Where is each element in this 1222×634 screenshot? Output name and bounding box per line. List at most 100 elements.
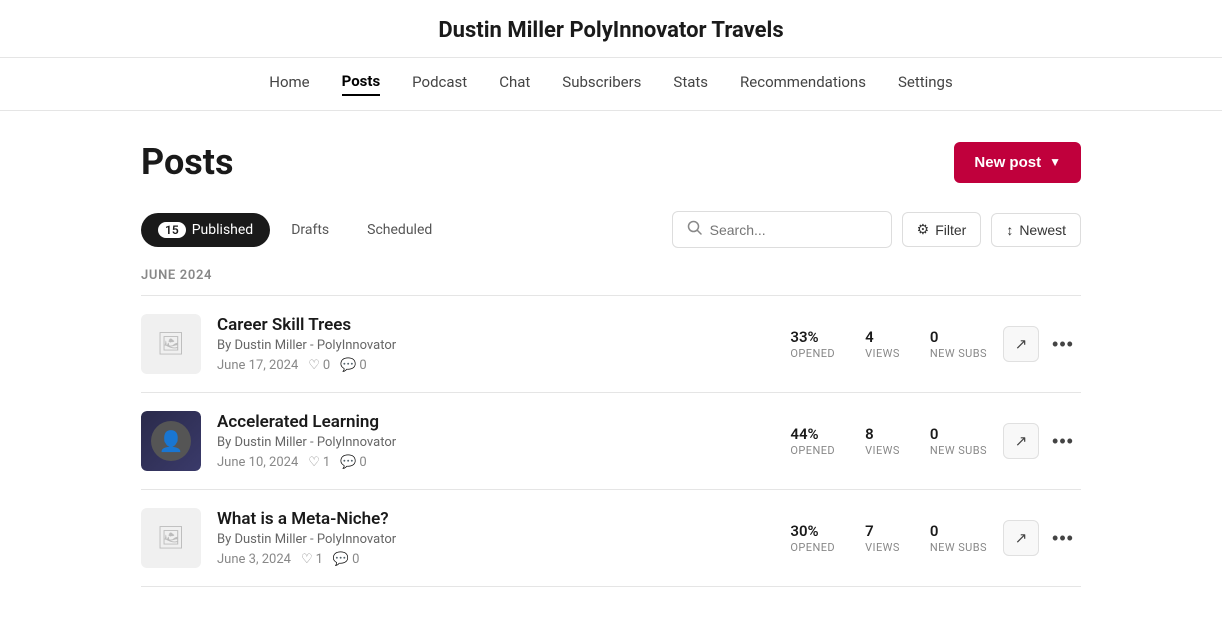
nav-item-chat[interactable]: Chat [499, 73, 530, 95]
sort-button[interactable]: ↕ Newest [991, 213, 1081, 247]
stat-views: 7 VIEWS [865, 522, 900, 554]
page-header: Posts New post ▼ [141, 141, 1081, 183]
new-subs-value: 0 [930, 425, 987, 443]
filter-label: Filter [935, 222, 966, 238]
post-info-accelerated-learning: Accelerated Learning By Dustin Miller - … [217, 412, 774, 470]
tab-group: 15 Published Drafts Scheduled [141, 213, 449, 247]
post-author: By Dustin Miller - PolyInnovator [217, 338, 774, 353]
image-placeholder-icon: 🖼 [157, 526, 185, 551]
stat-new-subs: 0 NEW SUBS [930, 425, 987, 457]
site-header: Dustin Miller PolyInnovator Travels [0, 0, 1222, 58]
nav-item-stats[interactable]: Stats [673, 73, 708, 95]
opened-label: OPENED [790, 347, 835, 360]
stat-opened: 30% OPENED [790, 522, 835, 554]
post-meta: June 17, 2024 ♡ 0 💬 0 [217, 358, 774, 373]
post-stats-meta-niche: 30% OPENED 7 VIEWS 0 NEW SUBS [790, 522, 987, 554]
nav-item-settings[interactable]: Settings [898, 73, 953, 95]
opened-label: OPENED [790, 444, 835, 457]
post-date: June 3, 2024 [217, 552, 291, 567]
post-info-career-skill-trees: Career Skill Trees By Dustin Miller - Po… [217, 315, 774, 373]
nav-bar: Home Posts Podcast Chat Subscribers Stat… [0, 58, 1222, 111]
post-likes: ♡ 1 [301, 552, 323, 567]
nav-item-posts[interactable]: Posts [342, 72, 381, 96]
post-actions-meta-niche: ↗ ••• [1003, 520, 1081, 556]
post-thumbnail-meta-niche: 🖼 [141, 508, 201, 568]
new-post-button[interactable]: New post ▼ [954, 142, 1081, 183]
post-row: 👤 Accelerated Learning By Dustin Miller … [141, 393, 1081, 490]
post-info-meta-niche: What is a Meta-Niche? By Dustin Miller -… [217, 509, 774, 567]
new-subs-label: NEW SUBS [930, 444, 987, 457]
post-author: By Dustin Miller - PolyInnovator [217, 435, 774, 450]
nav-item-subscribers[interactable]: Subscribers [562, 73, 641, 95]
open-post-button[interactable]: ↗ [1003, 423, 1039, 459]
post-title: Career Skill Trees [217, 315, 774, 335]
comment-icon: 💬 [340, 455, 356, 470]
sort-icon: ↕ [1006, 222, 1013, 238]
tab-published[interactable]: 15 Published [141, 213, 270, 247]
nav-item-recommendations[interactable]: Recommendations [740, 73, 866, 95]
filter-button[interactable]: ⚙ Filter [902, 212, 982, 247]
tab-scheduled-label: Scheduled [367, 222, 432, 238]
opened-value: 33% [790, 328, 835, 346]
post-meta: June 10, 2024 ♡ 1 💬 0 [217, 455, 774, 470]
search-box[interactable] [672, 211, 892, 248]
comment-icon: 💬 [340, 358, 356, 373]
toolbar: 15 Published Drafts Scheduled [141, 211, 1081, 248]
opened-label: OPENED [790, 541, 835, 554]
post-title: What is a Meta-Niche? [217, 509, 774, 529]
nav-item-home[interactable]: Home [269, 73, 309, 95]
post-row: 🖼 Career Skill Trees By Dustin Miller - … [141, 296, 1081, 393]
new-subs-value: 0 [930, 328, 987, 346]
heart-icon: ♡ [308, 358, 320, 373]
posts-list: 🖼 Career Skill Trees By Dustin Miller - … [141, 295, 1081, 587]
stat-views: 8 VIEWS [865, 425, 900, 457]
main-content: Posts New post ▼ 15 Published Drafts Sch… [121, 111, 1101, 617]
views-value: 4 [865, 328, 900, 346]
stat-opened: 33% OPENED [790, 328, 835, 360]
views-label: VIEWS [865, 347, 900, 360]
chevron-down-icon: ▼ [1049, 155, 1061, 169]
image-placeholder-icon: 🖼 [157, 332, 185, 357]
new-post-label: New post [974, 154, 1041, 171]
filter-icon: ⚙ [917, 221, 930, 238]
more-options-button[interactable]: ••• [1045, 520, 1081, 556]
comment-icon: 💬 [333, 552, 349, 567]
views-label: VIEWS [865, 444, 900, 457]
published-badge: 15 [158, 222, 186, 238]
views-label: VIEWS [865, 541, 900, 554]
opened-value: 44% [790, 425, 835, 443]
post-row: 🖼 What is a Meta-Niche? By Dustin Miller… [141, 490, 1081, 587]
nav-item-podcast[interactable]: Podcast [412, 73, 467, 95]
views-value: 8 [865, 425, 900, 443]
search-input[interactable] [710, 222, 877, 238]
views-value: 7 [865, 522, 900, 540]
site-title: Dustin Miller PolyInnovator Travels [0, 18, 1222, 43]
post-thumbnail-accelerated-learning: 👤 [141, 411, 201, 471]
post-actions-accelerated-learning: ↗ ••• [1003, 423, 1081, 459]
new-subs-label: NEW SUBS [930, 541, 987, 554]
tab-drafts-label: Drafts [291, 222, 329, 238]
post-stats-career-skill-trees: 33% OPENED 4 VIEWS 0 NEW SUBS [790, 328, 987, 360]
search-icon [687, 220, 702, 239]
post-likes: ♡ 1 [308, 455, 330, 470]
tab-scheduled[interactable]: Scheduled [350, 213, 449, 247]
tab-published-label: Published [192, 222, 253, 238]
stat-views: 4 VIEWS [865, 328, 900, 360]
stat-new-subs: 0 NEW SUBS [930, 522, 987, 554]
more-options-button[interactable]: ••• [1045, 423, 1081, 459]
toolbar-right: ⚙ Filter ↕ Newest [672, 211, 1081, 248]
new-subs-value: 0 [930, 522, 987, 540]
open-post-button[interactable]: ↗ [1003, 520, 1039, 556]
tab-drafts[interactable]: Drafts [274, 213, 346, 247]
open-post-button[interactable]: ↗ [1003, 326, 1039, 362]
post-author: By Dustin Miller - PolyInnovator [217, 532, 774, 547]
post-actions-career-skill-trees: ↗ ••• [1003, 326, 1081, 362]
more-options-button[interactable]: ••• [1045, 326, 1081, 362]
post-stats-accelerated-learning: 44% OPENED 8 VIEWS 0 NEW SUBS [790, 425, 987, 457]
post-title: Accelerated Learning [217, 412, 774, 432]
opened-value: 30% [790, 522, 835, 540]
post-date: June 10, 2024 [217, 455, 298, 470]
post-thumbnail-career-skill-trees: 🖼 [141, 314, 201, 374]
post-comments: 💬 0 [333, 552, 360, 567]
sort-label: Newest [1019, 222, 1066, 238]
